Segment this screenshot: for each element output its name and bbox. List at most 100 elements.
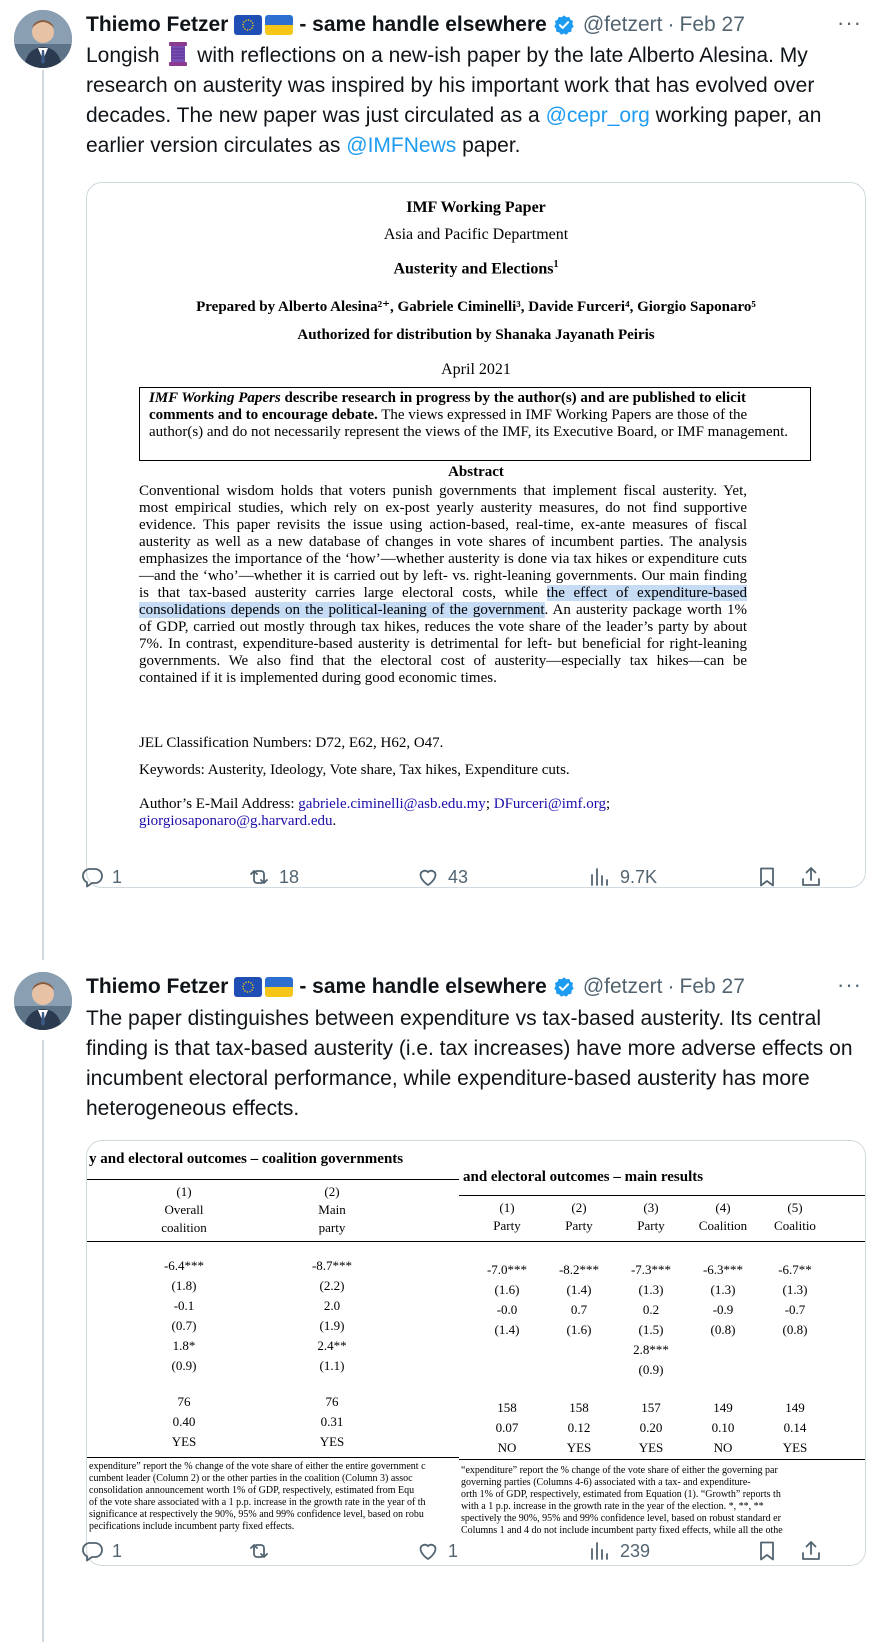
table-cell: -0.9 <box>712 1302 734 1317</box>
share-button[interactable] <box>799 865 823 889</box>
table-cell: (2.2) <box>319 1278 345 1293</box>
paper-department: Asia and Pacific Department <box>383 226 569 243</box>
mention-link[interactable]: @cepr_org <box>546 104 650 127</box>
avatar-image <box>14 10 72 68</box>
tweet-header: Thiemo Fetzer - same handle elsewhere @f… <box>86 10 866 40</box>
share-button[interactable] <box>799 1539 823 1563</box>
eu-flag-icon <box>234 977 263 997</box>
table-cell: -7.0*** <box>486 1262 528 1277</box>
table-rule <box>459 1241 865 1242</box>
reply-icon <box>82 868 103 888</box>
views-button[interactable]: 239 <box>588 1539 650 1563</box>
retweet-icon <box>250 870 268 884</box>
email-end: . <box>332 813 337 829</box>
tweet-image[interactable]: y and electoral outcomes – coalition gov… <box>86 1140 866 1566</box>
table-cell: NO <box>497 1440 517 1455</box>
author-name[interactable]: Thiemo Fetzer <box>86 13 228 37</box>
tweet-date[interactable]: Feb 27 <box>680 975 745 999</box>
table-cell: 0.31 <box>320 1414 344 1429</box>
table-cell: YES <box>319 1434 345 1449</box>
table-cell: (1.6) <box>566 1322 592 1337</box>
reply-icon <box>82 1542 103 1562</box>
column-number: (2) <box>571 1200 587 1215</box>
table-cell: YES <box>782 1440 808 1455</box>
table-cell: 2.8*** <box>633 1342 669 1357</box>
author-name-suffix: - same handle elsewhere <box>299 13 547 36</box>
author-handle[interactable]: @fetzert <box>583 975 663 999</box>
like-button[interactable]: 1 <box>416 1539 458 1563</box>
table-note-line: expenditure” report the % change of the … <box>89 1461 426 1472</box>
paper-authorized: Authorized for distribution by Shanaka J… <box>297 327 655 343</box>
tweet-text: The paper distinguishes between expendit… <box>86 1007 853 1120</box>
more-options-button[interactable]: ··· <box>837 10 862 36</box>
table-cell: (1.3) <box>638 1282 664 1297</box>
table-cell: (0.9) <box>171 1358 197 1373</box>
table-cell: 0.10 <box>711 1420 735 1435</box>
more-options-button[interactable]: ··· <box>837 972 862 998</box>
like-icon <box>419 869 437 886</box>
table-cell: 2.0 <box>323 1298 341 1313</box>
retweet-button[interactable] <box>247 1539 279 1563</box>
jel-classification: JEL Classification Numbers: D72, E62, H6… <box>139 735 444 751</box>
table-cell: (0.7) <box>171 1318 197 1333</box>
table-cell: 157 <box>641 1400 661 1415</box>
table-rule <box>459 1195 865 1196</box>
keywords: Keywords: Austerity, Ideology, Vote shar… <box>139 762 570 778</box>
tweet-text-part: paper. <box>462 134 521 157</box>
retweet-count: 18 <box>279 866 300 887</box>
table-note-line: consolidation announcement worth 1% of G… <box>89 1485 415 1496</box>
like-button[interactable]: 43 <box>416 865 468 889</box>
bookmark-button[interactable] <box>755 1539 779 1563</box>
mention-link[interactable]: @IMFNews <box>346 134 456 157</box>
verified-icon[interactable] <box>553 976 575 998</box>
table-cell: 76 <box>177 1394 191 1409</box>
avatar[interactable] <box>14 10 72 68</box>
table-cell: 1.8* <box>172 1338 196 1353</box>
views-button[interactable]: 9.7K <box>588 865 657 889</box>
table-note-line: governing parties (Columns 4-6) associat… <box>461 1477 751 1488</box>
table-title: y and electoral outcomes – coalition gov… <box>89 1151 404 1167</box>
column-number: (1) <box>176 1184 192 1199</box>
table-cell: (1.4) <box>494 1322 520 1337</box>
like-count: 43 <box>448 866 469 887</box>
author-handle[interactable]: @fetzert <box>583 13 663 37</box>
column-header: (1) Overall coalition <box>139 1183 229 1237</box>
table-cell: (0.8) <box>782 1322 808 1337</box>
table-cell: 2.4** <box>317 1338 347 1353</box>
reply-button[interactable]: 1 <box>80 1539 122 1563</box>
table-note-line: of the vote share associated with a 1 p.… <box>89 1497 426 1508</box>
table-main-results: and electoral outcomes – main results (1… <box>459 1141 865 1565</box>
tweet-2[interactable]: Thiemo Fetzer - same handle elsewhere @f… <box>0 962 880 1642</box>
table-cell: (0.8) <box>710 1322 736 1337</box>
column-label: coalition <box>161 1220 207 1235</box>
retweet-button[interactable]: 18 <box>247 865 299 889</box>
bookmark-icon <box>760 1541 774 1561</box>
reply-button[interactable]: 1 <box>80 865 122 889</box>
table-cell: YES <box>638 1440 664 1455</box>
share-icon <box>802 1541 820 1560</box>
tweet-image[interactable]: IMF Working Paper Asia and Pacific Depar… <box>86 182 866 888</box>
tweet-date[interactable]: Feb 27 <box>680 13 745 37</box>
tweet-text: Longish with reflections on a new-ish pa… <box>86 41 866 161</box>
table-cell: 0.07 <box>495 1420 519 1435</box>
email-link: DFurceri@imf.org <box>493 796 606 812</box>
column-label: Party <box>637 1218 665 1233</box>
disclaimer-italic: IMF Working Papers <box>149 390 281 406</box>
table-cell: -0.0 <box>496 1302 518 1317</box>
table-note-line: significance at respectively the 90%, 95… <box>89 1509 424 1520</box>
table-cell: -7.3*** <box>630 1262 672 1277</box>
abstract-heading: Abstract <box>448 464 504 480</box>
table-cell: 0.40 <box>172 1414 196 1429</box>
email-link: gabriele.ciminelli@asb.edu.my <box>298 796 486 812</box>
views-icon <box>591 868 608 886</box>
like-count: 1 <box>448 1540 459 1561</box>
table-cell: (1.6) <box>494 1282 520 1297</box>
avatar-image <box>14 972 72 1030</box>
bookmark-button[interactable] <box>755 865 779 889</box>
tweet-1[interactable]: Thiemo Fetzer - same handle elsewhere @f… <box>0 0 880 955</box>
verified-icon[interactable] <box>553 14 575 36</box>
avatar[interactable] <box>14 972 72 1030</box>
table-cell: 0.2 <box>642 1302 660 1317</box>
table-note-line: “expenditure” report the % change of the… <box>461 1465 778 1476</box>
author-name[interactable]: Thiemo Fetzer <box>86 975 228 999</box>
